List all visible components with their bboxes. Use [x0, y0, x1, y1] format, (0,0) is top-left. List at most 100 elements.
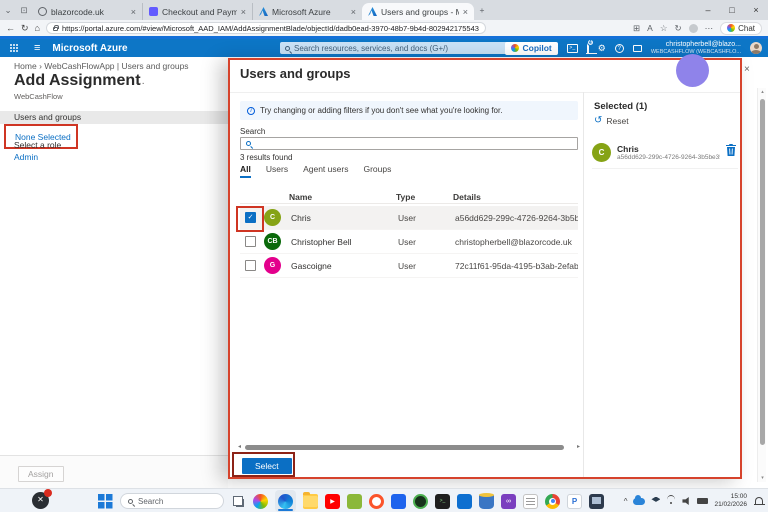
tab-close-icon[interactable]: ×: [463, 7, 468, 17]
taskbar-search-input[interactable]: Search: [120, 493, 224, 509]
visual-studio-icon[interactable]: ∞: [501, 494, 516, 509]
role-admin-link[interactable]: Admin: [14, 152, 38, 162]
notification-bell-icon[interactable]: [755, 497, 763, 505]
home-button[interactable]: ⌂: [35, 23, 40, 33]
edge-active-app[interactable]: [275, 490, 296, 512]
corner-app-icon[interactable]: ✕: [32, 492, 49, 509]
volume-icon[interactable]: [682, 497, 691, 505]
browser-tab-active[interactable]: Users and groups - Microsoft Azu ×: [362, 3, 474, 20]
more-menu-icon[interactable]: ⋯: [705, 23, 714, 34]
copilot-button[interactable]: Copilot: [505, 42, 557, 55]
address-bar[interactable]: https://portal.azure.com/#view/Microsoft…: [46, 22, 486, 34]
collections-icon[interactable]: ↻: [674, 23, 681, 34]
virtualbox-icon[interactable]: [589, 494, 604, 509]
select-button[interactable]: Select: [242, 458, 292, 474]
favorite-star-icon[interactable]: ☆: [660, 23, 668, 34]
notepad-icon[interactable]: [523, 494, 538, 509]
battery-icon[interactable]: [697, 498, 708, 504]
reset-button[interactable]: ↺ Reset: [594, 116, 629, 126]
column-type[interactable]: Type: [396, 192, 453, 202]
onedrive-icon[interactable]: [633, 498, 645, 505]
table-row[interactable]: ✓ C Chris User a56dd629-299c-4726-9264-3…: [240, 206, 578, 230]
obs-icon[interactable]: [413, 494, 428, 509]
feedback-icon[interactable]: [633, 45, 642, 52]
table-row[interactable]: G Gascoigne User 72c11f61-95da-4195-b3ab…: [240, 254, 578, 278]
tab-groups[interactable]: Groups: [363, 164, 391, 178]
remove-trash-icon[interactable]: [726, 143, 736, 161]
breadcrumb-home-link[interactable]: Home: [14, 61, 37, 71]
youtube-icon[interactable]: ▶: [325, 494, 340, 509]
tray-chevron-icon[interactable]: ^: [624, 497, 628, 506]
scrollbar-thumb[interactable]: [760, 99, 765, 445]
cloud-shell-icon[interactable]: >_: [567, 44, 578, 53]
workspaces-icon[interactable]: ⊡: [16, 5, 32, 16]
scroll-left-icon[interactable]: ◂: [238, 444, 241, 451]
new-tab-button[interactable]: +: [474, 5, 490, 15]
tab-users[interactable]: Users: [266, 164, 288, 178]
assign-button[interactable]: Assign: [18, 466, 64, 482]
account-avatar[interactable]: [750, 42, 762, 54]
browser-tab-1[interactable]: blazorcode.uk ×: [32, 3, 142, 20]
dialog-close-icon[interactable]: ×: [744, 64, 750, 75]
read-aloud-icon[interactable]: A: [647, 23, 653, 33]
browser-profile-avatar[interactable]: [689, 24, 698, 33]
chrome-icon[interactable]: [545, 494, 560, 509]
scrollbar-track[interactable]: [243, 445, 575, 451]
clock[interactable]: 15:00 21/02/2026: [714, 493, 747, 509]
blade-context-menu-icon[interactable]: …: [135, 76, 145, 87]
terminal-icon[interactable]: >_: [435, 494, 450, 509]
task-view-icon[interactable]: [231, 494, 246, 509]
copilot-chat-icon: [727, 24, 735, 32]
split-screen-icon[interactable]: ⊞: [633, 23, 640, 34]
start-button[interactable]: [98, 494, 113, 509]
azure-search-input[interactable]: Search resources, services, and docs (G+…: [280, 42, 508, 54]
scrollbar-thumb[interactable]: [245, 445, 564, 450]
column-details[interactable]: Details: [453, 192, 578, 202]
section-users-and-groups[interactable]: Users and groups: [0, 111, 228, 124]
paint-icon[interactable]: P: [567, 494, 582, 509]
table-row[interactable]: CB Christopher Bell User christopherbell…: [240, 230, 578, 254]
horizontal-scrollbar[interactable]: ◂ ▸: [238, 444, 580, 451]
row-checkbox-checked[interactable]: ✓: [245, 212, 256, 223]
wifi-icon[interactable]: [666, 497, 676, 505]
back-button[interactable]: ←: [6, 23, 15, 33]
restore-button[interactable]: □: [720, 5, 744, 15]
docker-icon[interactable]: [391, 494, 406, 509]
minimize-button[interactable]: –: [696, 5, 720, 15]
row-checkbox[interactable]: [245, 260, 256, 271]
info-banner: i Try changing or adding filters if you …: [240, 101, 578, 120]
tab-close-icon[interactable]: ×: [351, 7, 356, 17]
browser-tab-2[interactable]: Checkout and Payment Links – De ×: [142, 3, 252, 20]
ssms-icon[interactable]: [479, 494, 494, 509]
account-info[interactable]: christopherbell@blazo... WEBCASHFLOW (WE…: [651, 41, 741, 55]
scroll-down-icon[interactable]: ▾: [758, 475, 767, 481]
copilot-icon[interactable]: [253, 494, 268, 509]
azure-data-studio-icon[interactable]: [457, 494, 472, 509]
close-button[interactable]: ×: [744, 5, 768, 15]
row-checkbox[interactable]: [245, 236, 256, 247]
help-icon[interactable]: ?: [615, 44, 624, 53]
browser-tab-3[interactable]: Microsoft Azure ×: [252, 3, 362, 20]
tab-all[interactable]: All: [240, 164, 251, 178]
dropbox-icon[interactable]: [651, 497, 660, 506]
refresh-button[interactable]: ↻: [21, 23, 29, 34]
hamburger-menu-icon[interactable]: ≡: [34, 42, 40, 54]
dialog-search-input[interactable]: [240, 137, 578, 150]
tab-close-icon[interactable]: ×: [131, 7, 136, 17]
waffle-menu-icon[interactable]: [10, 44, 18, 52]
scroll-up-icon[interactable]: ▴: [758, 89, 767, 95]
lock-icon: [53, 27, 58, 31]
azure-brand[interactable]: Microsoft Azure: [52, 43, 127, 54]
brave-icon[interactable]: [369, 494, 384, 509]
tab-agent-users[interactable]: Agent users: [303, 164, 348, 178]
sharex-icon[interactable]: [347, 494, 362, 509]
notifications-bell-icon[interactable]: 4: [587, 43, 589, 53]
tab-search-chevron-icon[interactable]: ⌄: [0, 5, 16, 16]
settings-gear-icon[interactable]: ⚙: [598, 43, 606, 54]
file-explorer-icon[interactable]: [303, 494, 318, 509]
scroll-right-icon[interactable]: ▸: [577, 444, 580, 451]
tab-close-icon[interactable]: ×: [241, 7, 246, 17]
chat-button[interactable]: Chat: [720, 22, 762, 35]
vertical-scrollbar[interactable]: ▴ ▾: [757, 88, 766, 482]
column-name[interactable]: Name: [289, 192, 396, 202]
